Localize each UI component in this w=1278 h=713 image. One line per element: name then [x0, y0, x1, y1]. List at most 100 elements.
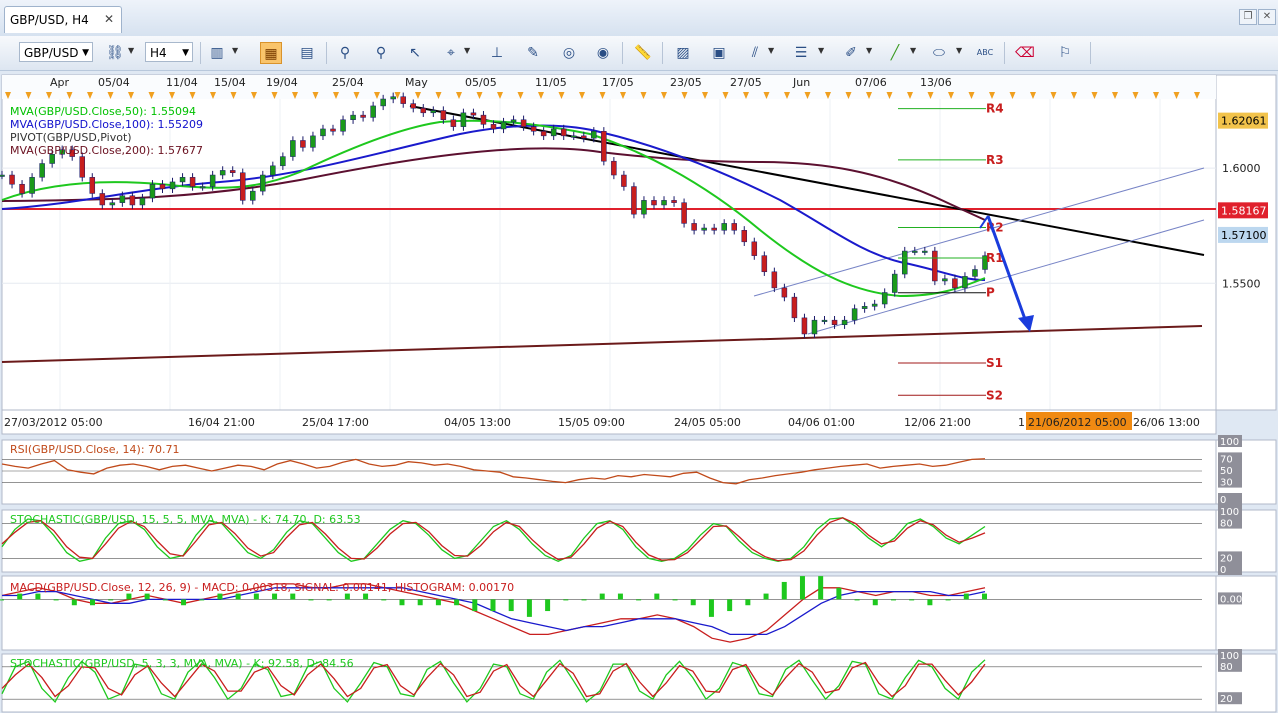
ellipse-icon[interactable]: ⬭ [928, 42, 950, 64]
macd-histogram-bar [708, 599, 714, 617]
timeframe-select[interactable]: H4 ▼ [145, 42, 193, 62]
macd-histogram-bar [781, 581, 787, 600]
picture-icon[interactable]: ▨ [672, 42, 694, 64]
macd-histogram-bar [308, 599, 314, 601]
chart-canvas[interactable]: Apr 05/04 11/04 15/04 19/04 25/04 May 05/05 11/0… [0, 70, 1278, 713]
macd-histogram-bar [690, 599, 696, 606]
macd-histogram-bar [818, 576, 824, 600]
candle-body [480, 114, 487, 125]
candle-body [761, 255, 768, 273]
candle-body [350, 114, 356, 120]
globe-icon[interactable]: ◉ [592, 42, 614, 64]
axis-tick-label: 100 [1220, 437, 1239, 448]
chevron-down-icon[interactable]: ▼ [956, 46, 962, 55]
tree-icon[interactable]: ⚐ [1054, 42, 1076, 64]
candle-body [109, 202, 116, 206]
candle-body [330, 128, 336, 132]
macd-histogram-bar [35, 593, 41, 600]
candle-body [129, 195, 136, 206]
candle-body [320, 128, 326, 137]
candle-body [470, 112, 477, 116]
candle-body [250, 190, 256, 201]
link-icon[interactable]: ⛓ [104, 42, 126, 64]
macd-histogram-bar [199, 599, 205, 601]
pivot-level-label: P [986, 286, 995, 300]
candle-body [811, 319, 818, 335]
window-icon[interactable]: ▣ [708, 42, 730, 64]
pivot-level-label: R4 [986, 102, 1004, 116]
chevron-down-icon[interactable]: ▼ [768, 46, 774, 55]
chevron-down-icon[interactable]: ▼ [128, 46, 134, 55]
eraser-icon[interactable]: ⌫ [1014, 42, 1036, 64]
close-icon[interactable]: ✕ [104, 12, 114, 26]
chevron-down-icon: ▼ [182, 48, 189, 58]
macd-histogram-bar [472, 599, 478, 612]
timeframe-select-value: H4 [150, 46, 167, 60]
candle-body [681, 202, 687, 224]
zoom-in-icon[interactable]: ⚲ [334, 42, 356, 64]
candle-body [550, 128, 557, 137]
macd-histogram-bar [545, 599, 551, 612]
toolbar-separator [1004, 42, 1005, 64]
bottom-date-label: 27/03/2012 05:00 [4, 416, 103, 429]
macd-histogram-bar [508, 599, 514, 612]
candle-body [651, 200, 657, 206]
price-axis-label: 1.57100 [1221, 229, 1267, 242]
axis-tick-label: 0 [1220, 495, 1226, 506]
candle-body [169, 181, 176, 190]
candle-body [370, 105, 376, 118]
close-window-icon[interactable]: ✕ [1258, 9, 1276, 25]
axis-tick-label: 80 [1220, 662, 1233, 673]
restore-icon[interactable]: ❐ [1239, 9, 1257, 25]
crosshair-icon[interactable]: ⌖ [440, 42, 462, 64]
chevron-down-icon[interactable]: ▼ [910, 46, 916, 55]
chart-type-icon[interactable]: ▥ [206, 42, 228, 64]
macd-histogram-bar [126, 593, 132, 600]
line-tool-icon[interactable]: ╱ [884, 42, 906, 64]
macd-histogram-bar [344, 593, 350, 600]
candle-body [380, 98, 386, 107]
edit-icon[interactable]: ✎ [522, 42, 544, 64]
chevron-down-icon: ▼ [82, 48, 89, 58]
candle-body [641, 200, 647, 215]
channel-icon[interactable]: ☰ [790, 42, 812, 64]
legend-entry: PIVOT(GBP/USD,Pivot) [10, 131, 132, 144]
candle-body [520, 119, 527, 127]
macd-histogram-bar [381, 599, 387, 601]
macd-histogram-bar [454, 599, 460, 606]
candle-body [631, 186, 637, 215]
bottom-date-label: 21/06/2012 05:00 [1028, 416, 1127, 429]
chevron-down-icon[interactable]: ▼ [232, 46, 238, 55]
macd-histogram-bar [945, 599, 951, 601]
template-icon[interactable]: ▤ [296, 42, 318, 64]
candle-body [340, 119, 346, 132]
ruler-icon[interactable]: 📏 [632, 42, 654, 64]
chevron-down-icon[interactable]: ▼ [866, 46, 872, 55]
text-icon[interactable]: ABC [974, 42, 996, 64]
toolbar-separator [1090, 42, 1091, 64]
macd-histogram-bar [854, 599, 860, 601]
candle-body [721, 223, 727, 231]
top-date-label: 25/04 [332, 76, 364, 89]
candle-body [540, 131, 547, 137]
fibonacci-icon[interactable]: ⫽ [744, 42, 766, 64]
candlestick-icon[interactable]: ▦ [260, 42, 282, 64]
candle-body [831, 319, 838, 326]
chevron-down-icon[interactable]: ▼ [464, 46, 470, 55]
eye-icon[interactable]: ◎ [558, 42, 580, 64]
pen-icon[interactable]: ✐ [840, 42, 862, 64]
macd-histogram-bar [235, 593, 241, 600]
indicator-title: RSI(GBP/USD.Close, 14): 70.71 [10, 443, 180, 456]
symbol-select[interactable]: GBP/USD ▼ [19, 42, 93, 62]
candle-body [570, 135, 577, 138]
macd-histogram-bar [417, 599, 423, 606]
pin-icon[interactable]: ⊥ [486, 42, 508, 64]
bottom-date-label: 16/04 21:00 [188, 416, 255, 429]
chevron-down-icon[interactable]: ▼ [818, 46, 824, 55]
candle-body [841, 319, 848, 326]
candle-body [861, 306, 868, 309]
price-axis-label: 1.62061 [1221, 115, 1267, 128]
macd-histogram-bar [490, 599, 496, 612]
zoom-out-icon[interactable]: ⚲ [370, 42, 392, 64]
cursor-icon[interactable]: ↖ [404, 42, 426, 64]
